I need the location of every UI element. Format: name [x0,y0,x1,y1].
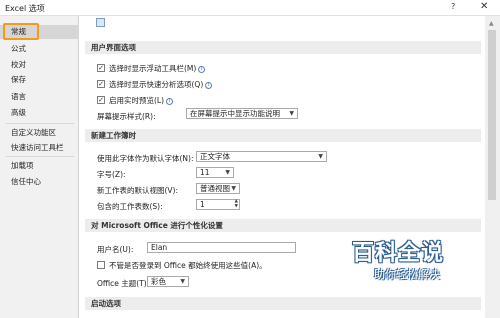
info-icon: i [166,97,174,105]
sheet-count-stepper[interactable]: 1 ▲ ▼ [196,199,240,210]
sidebar-item-customize-ribbon[interactable]: 自定义功能区 [0,126,79,140]
close-button[interactable]: ✕ [480,1,488,12]
username-value: Elan [151,243,168,252]
general-options-icon [96,18,105,27]
sidebar-item-add-ins[interactable]: 加载项 [0,159,79,173]
info-icon: i [205,81,213,89]
default-view-dropdown[interactable]: 普通视图 ▼ [196,183,240,194]
font-size-label: 字号(Z): [97,170,126,179]
chevron-down-icon: ▼ [180,278,185,285]
chevron-down-icon: ▼ [289,110,294,117]
info-icon: i [198,65,206,73]
watermark-brand: 百科全说 [352,241,445,266]
spinner-arrows-icon[interactable]: ▲ ▼ [235,199,238,209]
font-size-dropdown[interactable]: 11 ▼ [196,167,234,178]
help-button[interactable]: ? [451,2,455,11]
quick-analysis-checkbox[interactable]: ✓ [97,80,105,88]
username-input[interactable]: Elan [147,242,296,253]
section-ui-options: 用户界面选项 [85,41,481,54]
watermark: 百科全说 助你轻松解决 [352,235,487,295]
scroll-up-arrow-icon[interactable]: ▲ [489,20,494,27]
always-use-values-checkbox[interactable] [97,261,105,269]
chevron-down-icon: ▼ [318,153,323,160]
title-bar: Excel 选项 ? ✕ [0,0,500,16]
default-font-dropdown[interactable]: 正文字体 ▼ [196,151,327,162]
watermark-tagline: 助你轻松解决 [374,268,440,281]
office-theme-label: Office 主题(T): [97,279,150,288]
active-item-highlight [3,23,39,40]
chevron-down-icon: ▼ [231,185,236,192]
sidebar-divider [6,123,74,124]
section-startup: 启动选项 [85,297,481,310]
sidebar-item-proofing[interactable]: 校对 [0,58,79,72]
font-size-value: 11 [200,168,210,177]
window-title: Excel 选项 [5,4,45,13]
chevron-down-icon: ▼ [225,169,230,176]
sidebar-item-formulas[interactable]: 公式 [0,42,79,56]
always-use-values-label: 不管是否登录到 Office 都始终使用这些值(A)。 [109,261,267,270]
options-sidebar: 常规 公式 校对 保存 语言 高级 自定义功能区 快速访问工具栏 加载项 信任中… [0,16,79,318]
default-font-value: 正文字体 [200,152,230,161]
office-theme-value: 彩色 [151,277,166,286]
sidebar-item-language[interactable]: 语言 [0,90,79,104]
section-new-workbook: 新建工作簿时 [85,129,481,142]
live-preview-label: 启用实时预览(L) i [109,95,174,106]
sheet-count-label: 包含的工作表数(S): [97,202,163,211]
sidebar-item-save[interactable]: 保存 [0,73,79,87]
mini-toolbar-label: 选择时显示浮动工具栏(M) i [109,63,206,74]
default-view-value: 普通视图 [200,184,230,193]
quick-analysis-label: 选择时显示快速分析选项(Q) i [109,79,213,90]
sidebar-item-advanced[interactable]: 高级 [0,106,79,120]
screentip-style-value: 在屏幕提示中显示功能说明 [190,109,280,118]
office-theme-dropdown[interactable]: 彩色 ▼ [147,276,189,287]
sidebar-divider [6,156,74,157]
section-personalize: 对 Microsoft Office 进行个性化设置 [85,219,481,232]
default-view-label: 新工作表的默认视图(V): [97,186,179,195]
sidebar-item-trust-center[interactable]: 信任中心 [0,175,79,189]
live-preview-checkbox[interactable]: ✓ [97,96,105,104]
screentip-style-label: 屏幕提示样式(R): [97,112,156,121]
default-font-label: 使用此字体作为默认字体(N): [97,154,194,163]
scrollbar-thumb[interactable] [488,30,496,200]
screentip-style-dropdown[interactable]: 在屏幕提示中显示功能说明 ▼ [186,108,298,119]
mini-toolbar-checkbox[interactable]: ✓ [97,64,105,72]
sidebar-item-quick-access-toolbar[interactable]: 快速访问工具栏 [0,141,79,155]
sheet-count-value: 1 [200,200,205,209]
username-label: 用户名(U): [97,245,134,254]
